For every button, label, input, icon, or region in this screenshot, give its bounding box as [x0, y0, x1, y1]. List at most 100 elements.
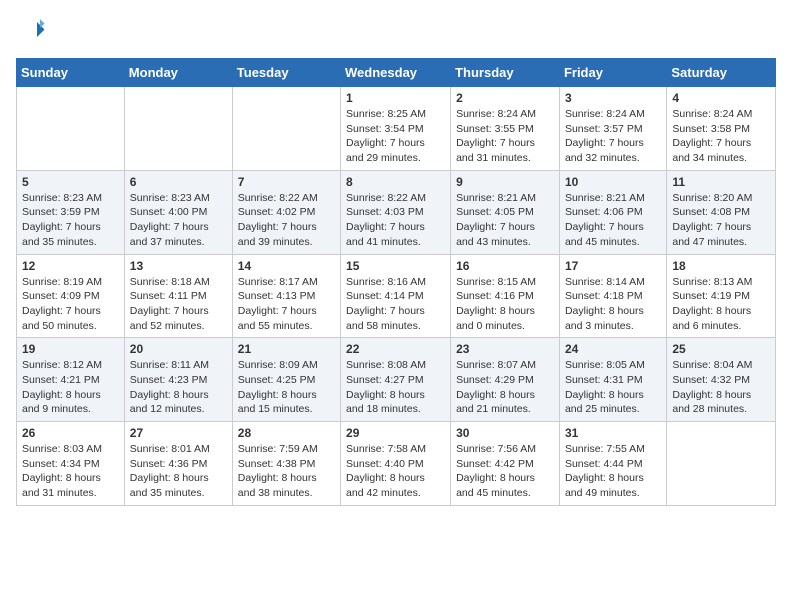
calendar-week-row: 5 Sunrise: 8:23 AM Sunset: 3:59 PM Daylig…: [17, 170, 776, 254]
calendar-header-row: SundayMondayTuesdayWednesdayThursdayFrid…: [17, 59, 776, 87]
day-number: 11: [672, 175, 770, 189]
day-number: 5: [22, 175, 119, 189]
calendar-cell: 18 Sunrise: 8:13 AM Sunset: 4:19 PM Dayli…: [667, 254, 776, 338]
cell-content: Sunrise: 8:24 AM Sunset: 3:58 PM Dayligh…: [672, 107, 770, 166]
cell-content: Sunrise: 7:55 AM Sunset: 4:44 PM Dayligh…: [565, 442, 661, 501]
calendar-cell: 24 Sunrise: 8:05 AM Sunset: 4:31 PM Dayli…: [559, 338, 666, 422]
calendar-cell: 17 Sunrise: 8:14 AM Sunset: 4:18 PM Dayli…: [559, 254, 666, 338]
calendar-cell: 9 Sunrise: 8:21 AM Sunset: 4:05 PM Daylig…: [451, 170, 560, 254]
cell-content: Sunrise: 7:58 AM Sunset: 4:40 PM Dayligh…: [346, 442, 445, 501]
day-number: 30: [456, 426, 554, 440]
calendar-cell: 12Sunrise: 8:19 AM Sunset: 4:09 PM Dayli…: [17, 254, 125, 338]
calendar-cell: 29 Sunrise: 7:58 AM Sunset: 4:40 PM Dayli…: [341, 422, 451, 506]
day-number: 7: [238, 175, 335, 189]
calendar-cell: 25 Sunrise: 8:04 AM Sunset: 4:32 PM Dayli…: [667, 338, 776, 422]
calendar-week-row: 12Sunrise: 8:19 AM Sunset: 4:09 PM Dayli…: [17, 254, 776, 338]
cell-content: Sunrise: 8:16 AM Sunset: 4:14 PM Dayligh…: [346, 275, 445, 334]
calendar-cell: 14Sunrise: 8:17 AM Sunset: 4:13 PM Dayli…: [232, 254, 340, 338]
day-number: 9: [456, 175, 554, 189]
day-number: 24: [565, 342, 661, 356]
cell-content: Sunrise: 8:22 AM Sunset: 4:02 PM Dayligh…: [238, 191, 335, 250]
day-number: 12: [22, 259, 119, 273]
cell-content: Sunrise: 8:21 AM Sunset: 4:05 PM Dayligh…: [456, 191, 554, 250]
calendar-cell: 4Sunrise: 8:24 AM Sunset: 3:58 PM Daylig…: [667, 87, 776, 171]
calendar-week-row: 19Sunrise: 8:12 AM Sunset: 4:21 PM Dayli…: [17, 338, 776, 422]
weekday-header: Sunday: [17, 59, 125, 87]
cell-content: Sunrise: 8:03 AM Sunset: 4:34 PM Dayligh…: [22, 442, 119, 501]
cell-content: Sunrise: 8:15 AM Sunset: 4:16 PM Dayligh…: [456, 275, 554, 334]
day-number: 1: [346, 91, 445, 105]
calendar-cell: 2 Sunrise: 8:24 AM Sunset: 3:55 PM Daylig…: [451, 87, 560, 171]
cell-content: Sunrise: 8:23 AM Sunset: 4:00 PM Dayligh…: [130, 191, 227, 250]
calendar-cell: [667, 422, 776, 506]
calendar-cell: [124, 87, 232, 171]
weekday-header: Thursday: [451, 59, 560, 87]
day-number: 17: [565, 259, 661, 273]
cell-content: Sunrise: 8:11 AM Sunset: 4:23 PM Dayligh…: [130, 358, 227, 417]
day-number: 29: [346, 426, 445, 440]
day-number: 20: [130, 342, 227, 356]
cell-content: Sunrise: 8:09 AM Sunset: 4:25 PM Dayligh…: [238, 358, 335, 417]
weekday-header: Friday: [559, 59, 666, 87]
day-number: 18: [672, 259, 770, 273]
weekday-header: Monday: [124, 59, 232, 87]
cell-content: Sunrise: 8:24 AM Sunset: 3:57 PM Dayligh…: [565, 107, 661, 166]
calendar-cell: 30Sunrise: 7:56 AM Sunset: 4:42 PM Dayli…: [451, 422, 560, 506]
cell-content: Sunrise: 8:17 AM Sunset: 4:13 PM Dayligh…: [238, 275, 335, 334]
calendar-cell: 23 Sunrise: 8:07 AM Sunset: 4:29 PM Dayli…: [451, 338, 560, 422]
cell-content: Sunrise: 8:24 AM Sunset: 3:55 PM Dayligh…: [456, 107, 554, 166]
calendar-cell: 16 Sunrise: 8:15 AM Sunset: 4:16 PM Dayli…: [451, 254, 560, 338]
day-number: 25: [672, 342, 770, 356]
calendar-cell: 28Sunrise: 7:59 AM Sunset: 4:38 PM Dayli…: [232, 422, 340, 506]
cell-content: Sunrise: 8:05 AM Sunset: 4:31 PM Dayligh…: [565, 358, 661, 417]
calendar-cell: 19Sunrise: 8:12 AM Sunset: 4:21 PM Dayli…: [17, 338, 125, 422]
logo-icon: [16, 16, 46, 46]
day-number: 2: [456, 91, 554, 105]
day-number: 21: [238, 342, 335, 356]
calendar-week-row: 1 Sunrise: 8:25 AM Sunset: 3:54 PM Daylig…: [17, 87, 776, 171]
calendar-cell: [17, 87, 125, 171]
calendar-cell: 3 Sunrise: 8:24 AM Sunset: 3:57 PM Daylig…: [559, 87, 666, 171]
calendar-cell: 22 Sunrise: 8:08 AM Sunset: 4:27 PM Dayli…: [341, 338, 451, 422]
day-number: 13: [130, 259, 227, 273]
calendar-table: SundayMondayTuesdayWednesdayThursdayFrid…: [16, 58, 776, 506]
calendar-cell: 27Sunrise: 8:01 AM Sunset: 4:36 PM Dayli…: [124, 422, 232, 506]
calendar-cell: 8 Sunrise: 8:22 AM Sunset: 4:03 PM Daylig…: [341, 170, 451, 254]
cell-content: Sunrise: 8:01 AM Sunset: 4:36 PM Dayligh…: [130, 442, 227, 501]
day-number: 6: [130, 175, 227, 189]
calendar-week-row: 26 Sunrise: 8:03 AM Sunset: 4:34 PM Dayli…: [17, 422, 776, 506]
cell-content: Sunrise: 8:22 AM Sunset: 4:03 PM Dayligh…: [346, 191, 445, 250]
calendar-cell: 5 Sunrise: 8:23 AM Sunset: 3:59 PM Daylig…: [17, 170, 125, 254]
logo: [16, 16, 50, 46]
cell-content: Sunrise: 8:14 AM Sunset: 4:18 PM Dayligh…: [565, 275, 661, 334]
day-number: 8: [346, 175, 445, 189]
calendar-cell: 6 Sunrise: 8:23 AM Sunset: 4:00 PM Daylig…: [124, 170, 232, 254]
weekday-header: Saturday: [667, 59, 776, 87]
calendar-cell: 11Sunrise: 8:20 AM Sunset: 4:08 PM Dayli…: [667, 170, 776, 254]
cell-content: Sunrise: 8:13 AM Sunset: 4:19 PM Dayligh…: [672, 275, 770, 334]
calendar-cell: 26 Sunrise: 8:03 AM Sunset: 4:34 PM Dayli…: [17, 422, 125, 506]
day-number: 22: [346, 342, 445, 356]
calendar-cell: 1 Sunrise: 8:25 AM Sunset: 3:54 PM Daylig…: [341, 87, 451, 171]
day-number: 23: [456, 342, 554, 356]
day-number: 26: [22, 426, 119, 440]
cell-content: Sunrise: 7:59 AM Sunset: 4:38 PM Dayligh…: [238, 442, 335, 501]
day-number: 16: [456, 259, 554, 273]
calendar-cell: 10Sunrise: 8:21 AM Sunset: 4:06 PM Dayli…: [559, 170, 666, 254]
cell-content: Sunrise: 8:23 AM Sunset: 3:59 PM Dayligh…: [22, 191, 119, 250]
calendar-cell: 7 Sunrise: 8:22 AM Sunset: 4:02 PM Daylig…: [232, 170, 340, 254]
weekday-header: Tuesday: [232, 59, 340, 87]
cell-content: Sunrise: 8:25 AM Sunset: 3:54 PM Dayligh…: [346, 107, 445, 166]
calendar-cell: 20 Sunrise: 8:11 AM Sunset: 4:23 PM Dayli…: [124, 338, 232, 422]
day-number: 3: [565, 91, 661, 105]
day-number: 31: [565, 426, 661, 440]
cell-content: Sunrise: 8:04 AM Sunset: 4:32 PM Dayligh…: [672, 358, 770, 417]
calendar-cell: 15Sunrise: 8:16 AM Sunset: 4:14 PM Dayli…: [341, 254, 451, 338]
cell-content: Sunrise: 8:18 AM Sunset: 4:11 PM Dayligh…: [130, 275, 227, 334]
weekday-header: Wednesday: [341, 59, 451, 87]
cell-content: Sunrise: 8:07 AM Sunset: 4:29 PM Dayligh…: [456, 358, 554, 417]
day-number: 19: [22, 342, 119, 356]
page-header: [16, 16, 776, 46]
cell-content: Sunrise: 8:21 AM Sunset: 4:06 PM Dayligh…: [565, 191, 661, 250]
cell-content: Sunrise: 8:08 AM Sunset: 4:27 PM Dayligh…: [346, 358, 445, 417]
